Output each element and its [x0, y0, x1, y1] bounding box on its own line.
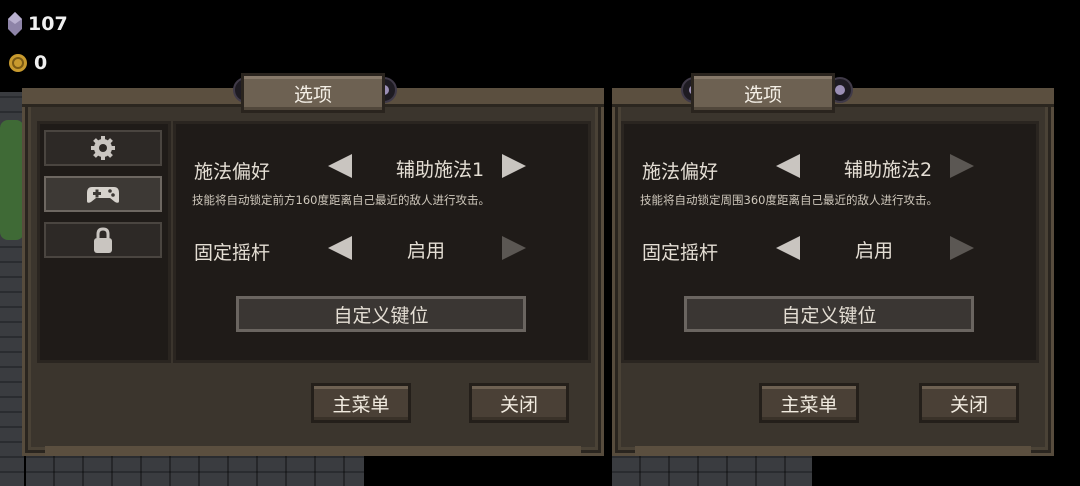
gem-count: 107	[28, 13, 68, 35]
tab-bar	[37, 121, 171, 363]
cast-preference-right-arrow[interactable]	[950, 154, 974, 178]
cast-preference-left-arrow[interactable]	[776, 154, 800, 178]
fixed-joystick-right-arrow[interactable]	[950, 236, 974, 260]
fixed-joystick-label: 固定摇杆	[642, 242, 719, 264]
close-button[interactable]: 关闭	[469, 383, 569, 423]
gem-counter: 107	[8, 12, 68, 36]
background-floor-bottom-left	[26, 452, 364, 486]
panel-title: 选项	[241, 73, 385, 113]
gear-icon	[91, 136, 115, 160]
coin-icon	[9, 54, 27, 72]
gamepad-icon	[87, 187, 119, 203]
tab-lock[interactable]	[44, 222, 162, 258]
cast-preference-description: 技能将自动锁定前方160度距离自己最近的敌人进行攻击。	[192, 193, 490, 207]
main-menu-button[interactable]: 主菜单	[311, 383, 411, 423]
fixed-joystick-left-arrow[interactable]	[776, 236, 800, 260]
cast-preference-value: 辅助施法2	[843, 159, 933, 181]
fixed-joystick-left-arrow[interactable]	[328, 236, 352, 260]
fixed-joystick-label: 固定摇杆	[194, 242, 271, 264]
lock-icon	[94, 227, 112, 253]
panel-frame-bottom	[45, 446, 581, 456]
fixed-joystick-value: 启用	[854, 240, 893, 262]
fixed-joystick-value: 启用	[406, 240, 445, 262]
options-content: 施法偏好 辅助施法2 技能将自动锁定周围360度距离自己最近的敌人进行攻击。 固…	[621, 121, 1039, 363]
options-panel-right: 选项 施法偏好 辅助施法2 技能将自动锁定周围360度距离自己最近的敌人进行攻击…	[612, 73, 1054, 456]
close-button[interactable]: 关闭	[919, 383, 1019, 423]
gem-icon	[8, 12, 22, 36]
cast-preference-label: 施法偏好	[194, 161, 271, 183]
main-menu-button[interactable]: 主菜单	[759, 383, 859, 423]
custom-keybind-button[interactable]: 自定义键位	[236, 296, 526, 332]
options-panel-left: 选项 施法偏好 辅助施法1 技能将自动锁定前方160度距离自己最近的敌人进行攻击…	[22, 73, 604, 456]
tab-settings[interactable]	[44, 130, 162, 166]
cast-preference-left-arrow[interactable]	[328, 154, 352, 178]
background-floor-bottom-right	[612, 452, 812, 486]
coin-counter: 0	[8, 52, 47, 74]
options-content: 施法偏好 辅助施法1 技能将自动锁定前方160度距离自己最近的敌人进行攻击。 固…	[173, 121, 591, 363]
fixed-joystick-right-arrow[interactable]	[502, 236, 526, 260]
custom-keybind-button[interactable]: 自定义键位	[684, 296, 974, 332]
cast-preference-description: 技能将自动锁定周围360度距离自己最近的敌人进行攻击。	[640, 193, 938, 207]
panel-title: 选项	[691, 73, 835, 113]
tab-controls[interactable]	[44, 176, 162, 212]
cast-preference-right-arrow[interactable]	[502, 154, 526, 178]
panel-frame-bottom	[635, 446, 1031, 456]
cast-preference-value: 辅助施法1	[395, 159, 485, 181]
coin-count: 0	[34, 52, 48, 74]
cast-preference-label: 施法偏好	[642, 161, 719, 183]
background-foliage	[0, 120, 24, 240]
